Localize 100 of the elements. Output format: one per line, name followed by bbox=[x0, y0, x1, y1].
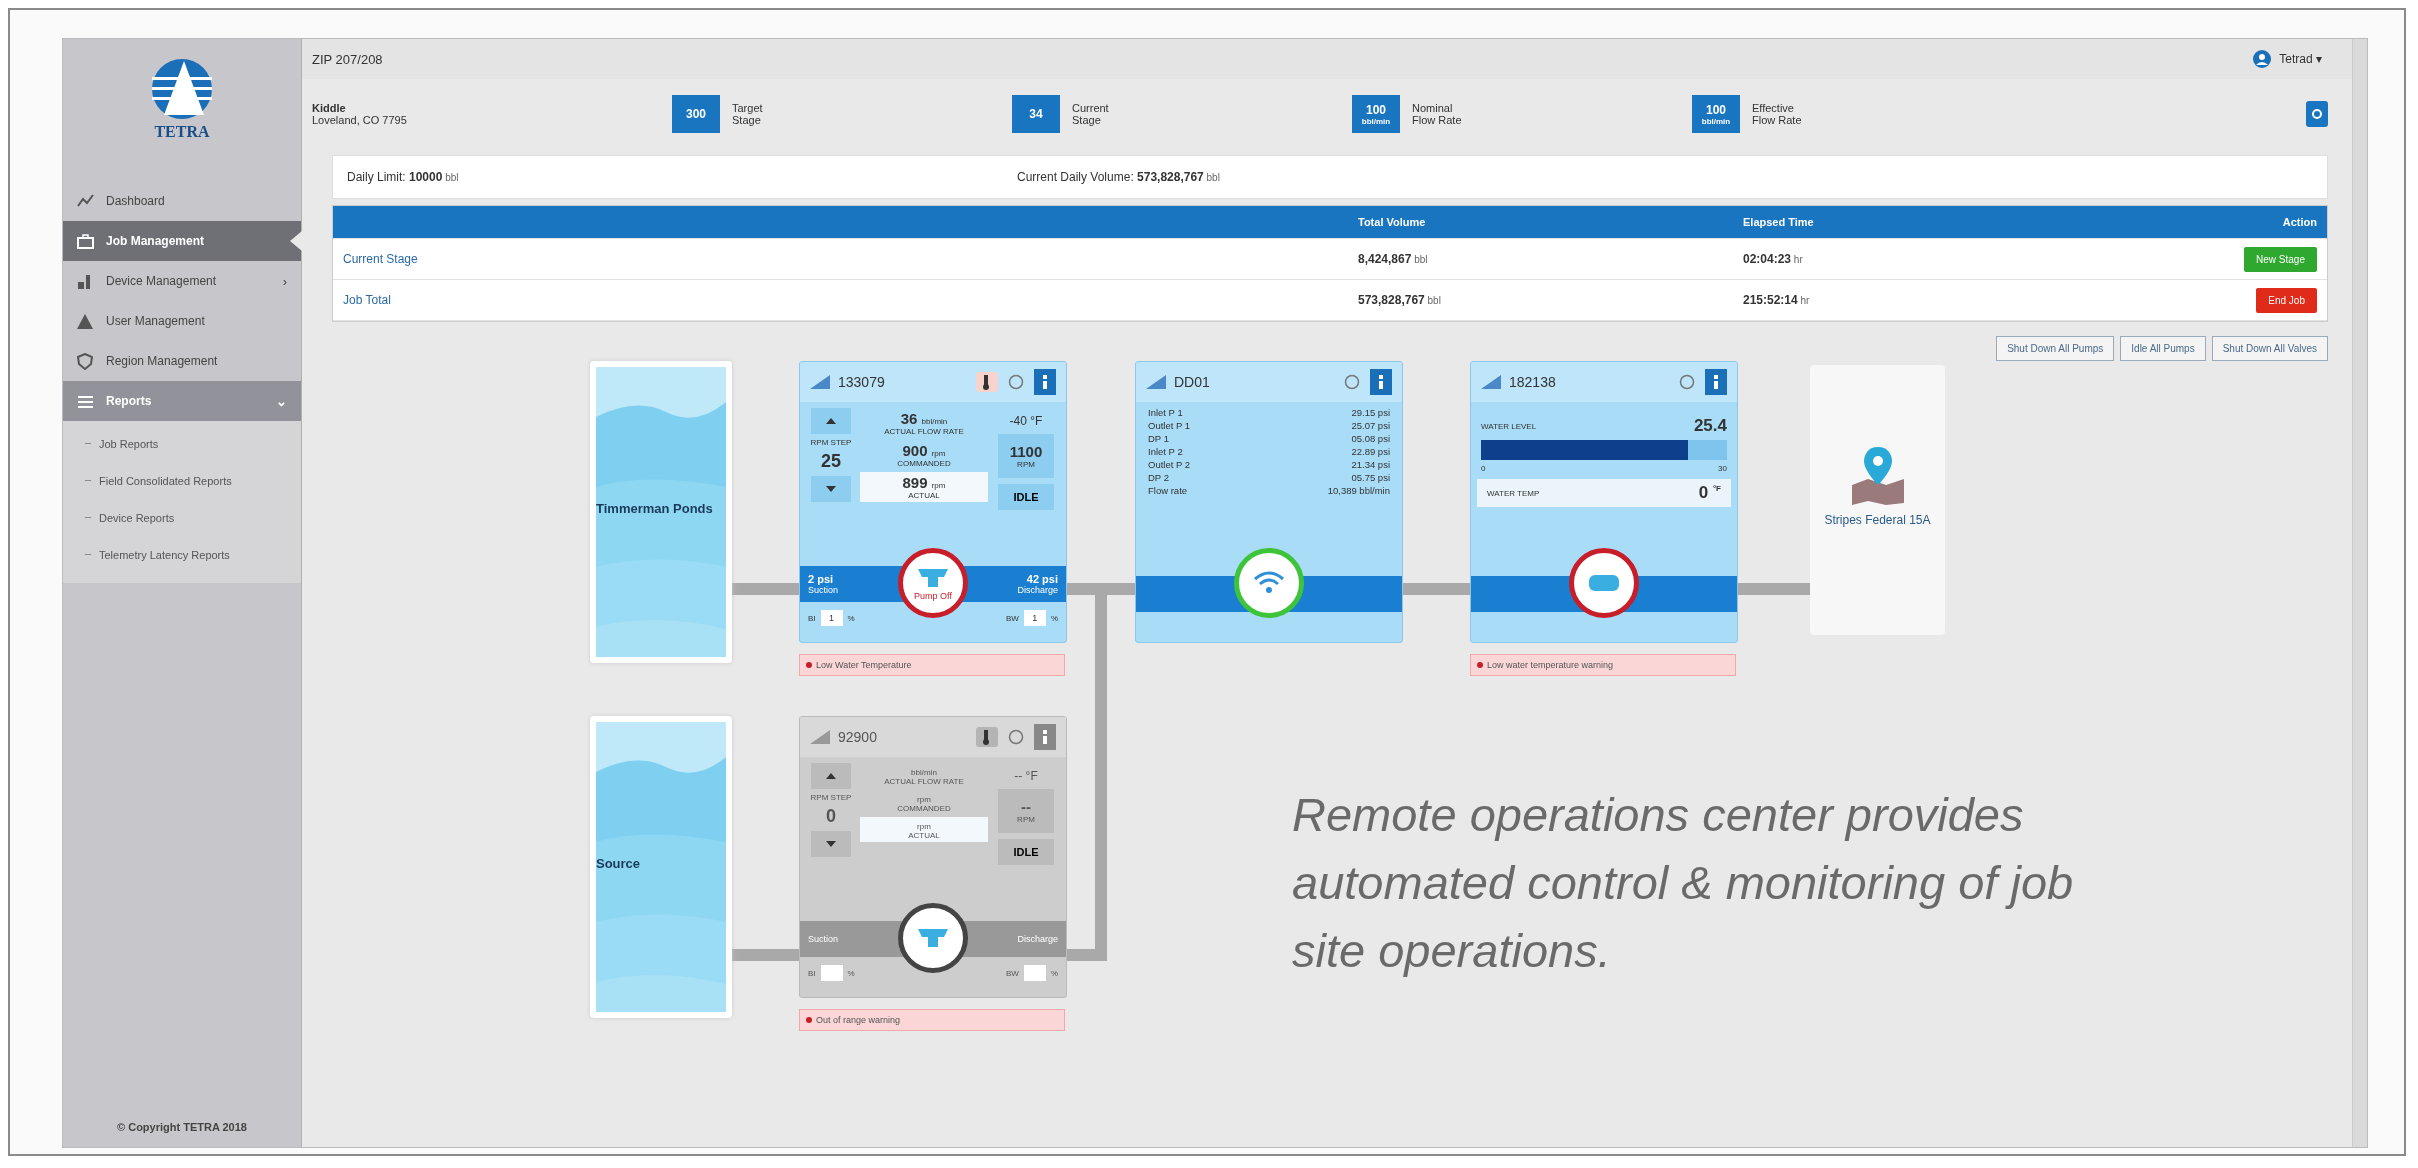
setpoint-field[interactable]: 1100 RPM bbox=[998, 434, 1054, 478]
bulk-action-button[interactable]: Idle All Pumps bbox=[2120, 336, 2206, 361]
field-label: BW bbox=[1006, 968, 1019, 978]
nav-subitem[interactable]: Device Reports bbox=[63, 499, 301, 536]
mode-button[interactable]: IDLE bbox=[998, 484, 1054, 510]
nav-subitem[interactable]: Telemetry Latency Reports bbox=[63, 536, 301, 573]
signal-icon bbox=[1481, 375, 1501, 389]
reading-label: ACTUAL bbox=[907, 491, 941, 500]
nav-item[interactable]: Device Management › bbox=[63, 261, 301, 301]
nav-item[interactable]: Region Management bbox=[63, 341, 301, 381]
reading: 25.07 psi bbox=[1351, 419, 1390, 432]
logo-icon bbox=[150, 57, 214, 121]
input-field[interactable]: 1 bbox=[1023, 610, 1046, 626]
stat-value: 100 bbl/min bbox=[1692, 95, 1740, 133]
stat-label: Current Stage bbox=[1072, 102, 1109, 126]
copyright-text: © Copyright TETRA 2018 bbox=[116, 1120, 248, 1135]
info-button[interactable] bbox=[1370, 369, 1392, 395]
nav-item[interactable]: Job Management bbox=[63, 221, 301, 261]
signal-icon bbox=[810, 730, 830, 744]
settings-button[interactable] bbox=[2306, 101, 2328, 127]
user-menu[interactable]: Tetrad ▾ bbox=[2253, 50, 2322, 68]
reading-label: ACTUAL FLOW RATE bbox=[883, 427, 965, 436]
nav-subitem[interactable]: Field Consolidated Reports bbox=[63, 462, 301, 499]
reading-label: DP 1 bbox=[1148, 432, 1169, 445]
stat-value: 34 bbox=[1012, 95, 1060, 133]
nav-item[interactable]: User Management bbox=[63, 301, 301, 341]
reading: 05.75 psi bbox=[1351, 471, 1390, 484]
suction-reading: Suction bbox=[808, 934, 839, 944]
info-button[interactable] bbox=[1034, 369, 1056, 395]
caption-text: Remote operations center provides automated control & monitoring of job site operations. bbox=[1292, 787, 2075, 980]
action-button[interactable]: End Job bbox=[2256, 287, 2317, 313]
reading: 36 bbl/min bbox=[899, 410, 949, 427]
user-icon bbox=[2253, 50, 2272, 68]
unit-label: % bbox=[847, 613, 855, 623]
nav-subitem[interactable]: Job Reports bbox=[63, 425, 301, 462]
table-cell-text: 8,424,867 bbl bbox=[1358, 252, 1429, 266]
column-header: Total Volume bbox=[1358, 216, 1427, 228]
info-icon bbox=[1043, 375, 1047, 389]
level-value: 25.4 bbox=[1693, 416, 1727, 436]
stat-value: 300 bbox=[672, 95, 720, 133]
table-cell-text: 02:04:23 hr bbox=[1743, 252, 1804, 266]
temperature: -40 °F bbox=[1009, 413, 1043, 428]
nav-item[interactable]: Dashboard bbox=[63, 181, 301, 221]
info-button[interactable] bbox=[1705, 369, 1727, 395]
increase-button[interactable] bbox=[811, 408, 851, 434]
logo-text: TETRA bbox=[154, 123, 210, 141]
unit-label: % bbox=[1050, 613, 1058, 623]
device-id: 182138 bbox=[1509, 374, 1557, 390]
stat-label: Nominal Flow Rate bbox=[1412, 102, 1462, 126]
reading: 21.34 psi bbox=[1351, 458, 1390, 471]
step-label: RPM STEP bbox=[810, 793, 852, 802]
input-field[interactable]: 1 bbox=[820, 610, 843, 626]
temperature: -- °F bbox=[1014, 768, 1038, 783]
reading: 22.89 psi bbox=[1351, 445, 1390, 458]
info-icon bbox=[1379, 375, 1383, 389]
reading-label: COMMANDED bbox=[896, 804, 952, 813]
clock-icon bbox=[1008, 374, 1024, 390]
reading: 899 rpm bbox=[901, 474, 947, 491]
page-title: ZIP 207/208 bbox=[312, 51, 383, 67]
reading-label: Flow rate bbox=[1148, 484, 1188, 497]
row-link[interactable]: Job Total bbox=[343, 293, 1358, 307]
reading: rpm bbox=[916, 794, 932, 804]
down-arrow-icon bbox=[826, 841, 836, 847]
site-name: Kiddle bbox=[312, 102, 347, 114]
warning-icon bbox=[77, 312, 94, 330]
pond-name: Timmerman Ponds bbox=[596, 501, 713, 516]
reading-label: ACTUAL FLOW RATE bbox=[883, 777, 965, 786]
step-value: 0 bbox=[826, 806, 836, 827]
up-arrow-icon bbox=[826, 418, 836, 424]
scrollbar[interactable] bbox=[2352, 39, 2367, 1147]
alert-message: Out of range warning bbox=[799, 1009, 1065, 1031]
device-id: DD01 bbox=[1174, 374, 1211, 390]
info-icon bbox=[1714, 375, 1718, 389]
clock-icon bbox=[1679, 374, 1695, 390]
nav-item[interactable]: Reports ⌄ bbox=[63, 381, 301, 421]
reading-label: Inlet P 1 bbox=[1148, 406, 1183, 419]
thermometer-icon bbox=[976, 372, 998, 392]
level-label: WATER LEVEL bbox=[1481, 421, 1537, 431]
info-icon bbox=[1043, 730, 1047, 744]
row-link[interactable]: Current Stage bbox=[343, 252, 1358, 266]
reading: 05.08 psi bbox=[1351, 432, 1390, 445]
briefcase-icon bbox=[77, 232, 94, 250]
discharge-reading: 42 psi Discharge bbox=[1017, 573, 1058, 595]
reading: rpm bbox=[916, 821, 932, 831]
scale-label: 0 bbox=[1481, 464, 1486, 473]
down-arrow-icon bbox=[826, 486, 836, 492]
action-button[interactable]: New Stage bbox=[2244, 246, 2317, 272]
signal-icon bbox=[1146, 375, 1166, 389]
reading: 29.15 psi bbox=[1351, 406, 1390, 419]
field-label: BW bbox=[1006, 613, 1019, 623]
decrease-button[interactable] bbox=[811, 476, 851, 502]
reading-label: Inlet P 2 bbox=[1148, 445, 1183, 458]
bulk-action-button[interactable]: Shut Down All Valves bbox=[2211, 336, 2328, 361]
unit-label: % bbox=[847, 968, 855, 978]
bulk-action-button[interactable]: Shut Down All Pumps bbox=[1996, 336, 2115, 361]
pump-status-icon: Pump Off bbox=[898, 548, 968, 618]
alert-message: Low Water Temperature bbox=[799, 654, 1065, 676]
reading-label: ACTUAL bbox=[907, 831, 941, 840]
stat-label: Target Stage bbox=[732, 102, 763, 126]
scale-label: 30 bbox=[1718, 464, 1727, 473]
